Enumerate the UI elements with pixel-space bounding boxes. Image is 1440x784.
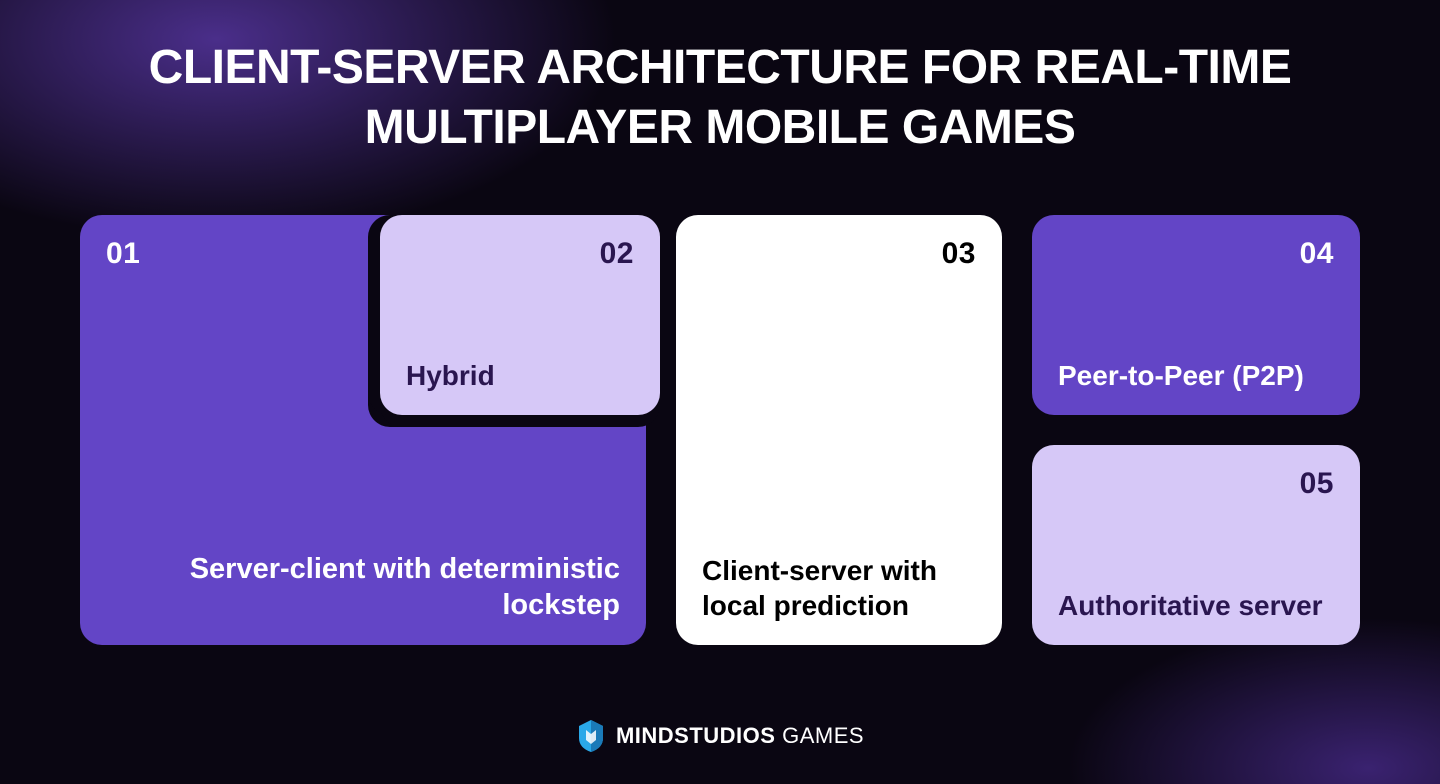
footer-brand: MINDSTUDIOS GAMES [0,718,1440,754]
card-label: Client-server with local prediction [702,553,976,623]
card-number: 05 [1058,467,1334,501]
card-label: Server-client with deterministic lockste… [106,551,620,624]
card-02-hybrid: 02 Hybrid [380,215,660,415]
brand-text: MINDSTUDIOS GAMES [616,723,864,749]
shield-logo-icon [576,718,606,754]
card-04-peer-to-peer: 04 Peer-to-Peer (P2P) [1032,215,1360,415]
card-03-client-server-prediction: 03 Client-server with local prediction [676,215,1002,645]
cards-grid: 01 Server-client with deterministic lock… [80,215,1360,645]
card-number: 03 [702,237,976,271]
card-label: Hybrid [406,358,634,393]
card-05-authoritative-server: 05 Authoritative server [1032,445,1360,645]
card-label: Peer-to-Peer (P2P) [1058,358,1334,393]
brand-suffix: GAMES [782,723,864,748]
brand-name: MINDSTUDIOS [616,723,776,748]
page-title: CLIENT-SERVER ARCHITECTURE FOR REAL-TIME… [0,0,1440,158]
card-number: 04 [1058,237,1334,271]
card-label: Authoritative server [1058,588,1334,623]
card-number: 02 [406,237,634,271]
